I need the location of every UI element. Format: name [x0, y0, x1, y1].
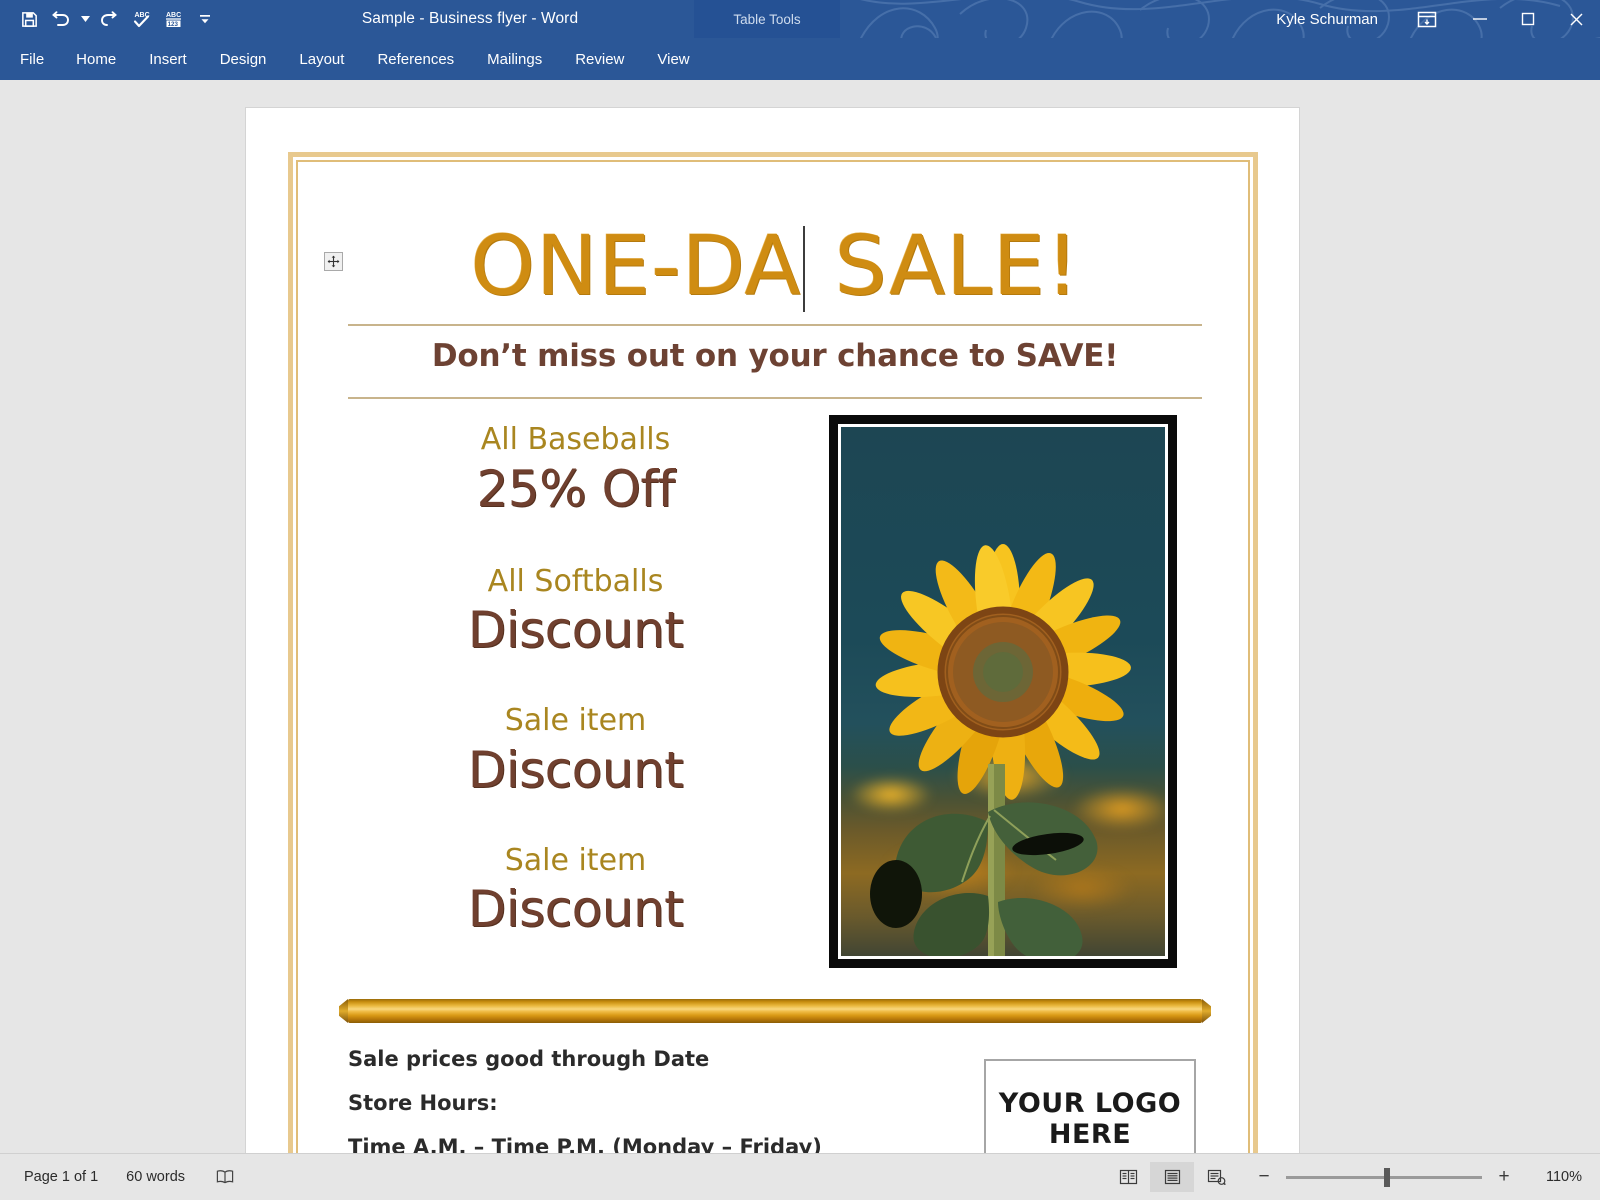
ribbon-tab-bar: File Home Insert Design Layout Reference… — [0, 38, 1600, 107]
tab-home[interactable]: Home — [76, 38, 116, 80]
flyer-outer-border: ONE-DA SALE! Don’t miss out on your chan… — [288, 152, 1258, 1153]
tab-mailings[interactable]: Mailings — [487, 38, 542, 80]
headline-text-before-caret: ONE-DA — [470, 219, 802, 314]
flyer-inner-border: ONE-DA SALE! Don’t miss out on your chan… — [296, 160, 1250, 1153]
save-icon[interactable] — [14, 4, 44, 34]
close-button[interactable] — [1552, 0, 1600, 38]
ribbon-tabs: File Home Insert Design Layout Reference… — [0, 38, 723, 80]
document-canvas[interactable]: ONE-DA SALE! Don’t miss out on your chan… — [0, 80, 1600, 1153]
flyer-footer: Sale prices good through Date Store Hour… — [348, 1047, 1202, 1153]
offer-value[interactable]: Discount — [348, 879, 803, 939]
tab-design[interactable]: Design — [220, 38, 267, 80]
redo-icon[interactable] — [94, 4, 124, 34]
text-cursor-caret — [803, 226, 806, 312]
footer-line[interactable]: Store Hours: — [348, 1091, 984, 1115]
svg-text:ABC: ABC — [166, 12, 181, 19]
maximize-button[interactable] — [1504, 0, 1552, 38]
offer-label[interactable]: All Softballs — [348, 563, 803, 601]
offer-row: All Baseballs 25% Off — [348, 421, 803, 519]
view-button-read-mode[interactable] — [1106, 1162, 1150, 1192]
tab-insert[interactable]: Insert — [149, 38, 187, 80]
zoom-control: − + 110% — [1256, 1166, 1582, 1188]
ribbon-display-options-icon[interactable] — [1398, 0, 1456, 38]
footer-line[interactable]: Sale prices good through Date — [348, 1047, 984, 1071]
zoom-in-button[interactable]: + — [1496, 1166, 1512, 1188]
offer-row: All Softballs Discount — [348, 563, 803, 661]
word-count-indicator[interactable]: 60 words — [112, 1169, 199, 1185]
undo-icon[interactable] — [46, 4, 76, 34]
headline-rule-bottom — [348, 397, 1202, 399]
sunflower-photo — [837, 424, 1168, 959]
zoom-slider-track[interactable] — [1286, 1167, 1482, 1187]
gold-divider-bar — [348, 999, 1202, 1023]
sunflower-leaves-and-stem — [869, 764, 1098, 959]
logo-line-1: YOUR LOGO — [998, 1087, 1182, 1119]
logo-placeholder-box[interactable]: YOUR LOGO HERE — [984, 1059, 1196, 1153]
document-page[interactable]: ONE-DA SALE! Don’t miss out on your chan… — [245, 107, 1300, 1153]
offer-label[interactable]: All Baseballs — [348, 421, 803, 459]
offer-label[interactable]: Sale item — [348, 842, 803, 880]
spelling-check-icon[interactable]: ABC — [126, 4, 156, 34]
offer-value[interactable]: Discount — [348, 600, 803, 660]
account-name[interactable]: Kyle Schurman — [1276, 0, 1378, 38]
offer-label[interactable]: Sale item — [348, 702, 803, 740]
zoom-level-label[interactable]: 110% — [1526, 1169, 1582, 1185]
customize-qat-icon[interactable] — [190, 4, 220, 34]
flyer-body: All Baseballs 25% Off All Softballs Disc… — [348, 413, 1202, 981]
table-tools-label: Table Tools — [733, 11, 801, 27]
proofing-language-icon[interactable] — [199, 1169, 251, 1185]
tab-layout[interactable]: Layout — [299, 38, 344, 80]
logo-line-2: HERE — [1048, 1119, 1132, 1150]
page-indicator[interactable]: Page 1 of 1 — [10, 1169, 112, 1185]
zoom-out-button[interactable]: − — [1256, 1166, 1272, 1188]
view-button-web-layout[interactable] — [1194, 1162, 1238, 1192]
tab-file[interactable]: File — [20, 38, 44, 80]
footer-text-block: Sale prices good through Date Store Hour… — [348, 1047, 984, 1153]
view-button-print-layout[interactable] — [1150, 1162, 1194, 1192]
document-title-text: Sample - Business flyer - Word — [361, 10, 579, 27]
window-controls — [1398, 0, 1600, 38]
offer-row: Sale item Discount — [348, 842, 803, 940]
footer-line[interactable]: Time A.M. – Time P.M. (Monday – Friday) — [348, 1135, 984, 1153]
flyer-headline[interactable]: ONE-DA SALE! — [348, 223, 1202, 312]
zoom-slider-thumb[interactable] — [1384, 1167, 1390, 1187]
quick-access-toolbar: ABC ABC 123 — [14, 0, 220, 38]
sunflower-photo-frame[interactable] — [828, 415, 1177, 968]
undo-dropdown-icon[interactable] — [78, 4, 92, 34]
status-bar: Page 1 of 1 60 words − + 110% — [0, 1153, 1600, 1200]
offer-value[interactable]: Discount — [348, 740, 803, 800]
tab-view[interactable]: View — [657, 38, 689, 80]
word-count-icon[interactable]: ABC 123 — [158, 4, 188, 34]
status-bar-left: Page 1 of 1 60 words — [0, 1169, 251, 1185]
minimize-button[interactable] — [1456, 0, 1504, 38]
status-bar-right: − + 110% — [1106, 1162, 1600, 1192]
headline-text-after-caret: SALE! — [807, 219, 1080, 314]
tab-review[interactable]: Review — [575, 38, 624, 80]
photo-column — [803, 413, 1202, 981]
offer-value[interactable]: 25% Off — [348, 459, 803, 519]
offers-column: All Baseballs 25% Off All Softballs Disc… — [348, 413, 803, 981]
flyer-content: ONE-DA SALE! Don’t miss out on your chan… — [348, 223, 1202, 1153]
svg-text:123: 123 — [167, 21, 178, 28]
offer-row: Sale item Discount — [348, 702, 803, 800]
title-bar: ABC ABC 123 Sample - Business flyer - Wo… — [0, 0, 1600, 38]
flyer-subheadline[interactable]: Don’t miss out on your chance to SAVE! — [348, 326, 1202, 385]
tab-references[interactable]: References — [377, 38, 454, 80]
